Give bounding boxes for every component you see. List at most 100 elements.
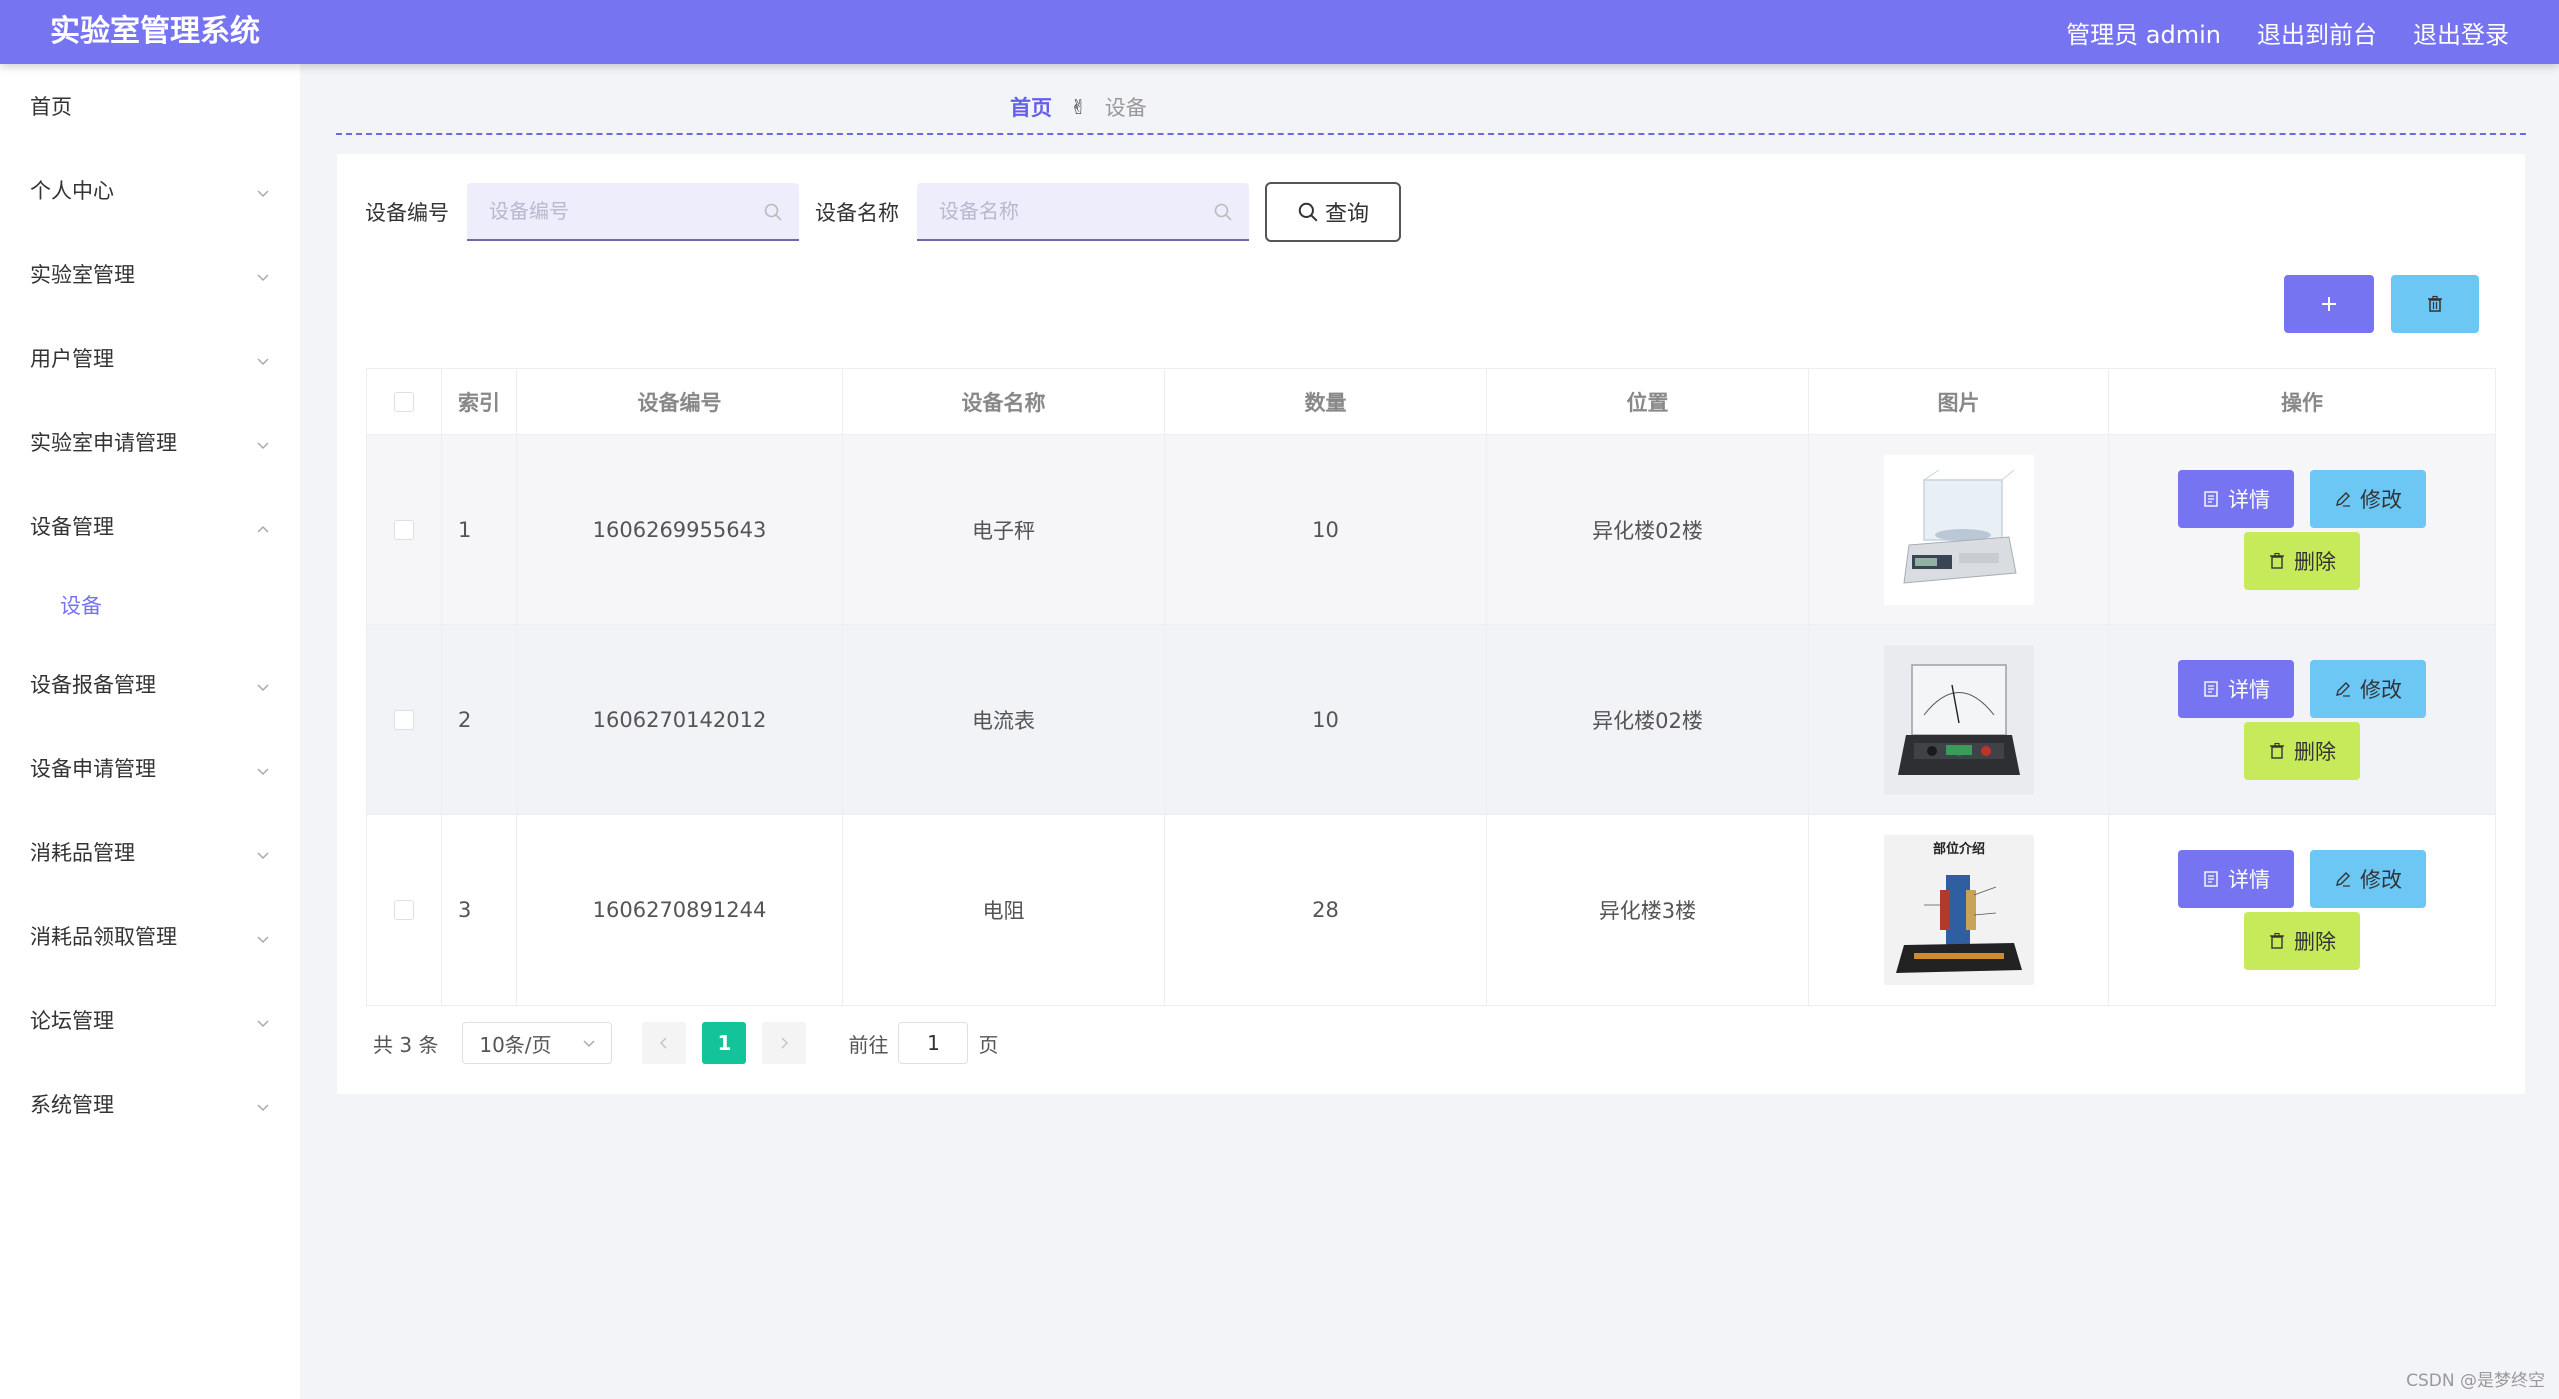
- row-location: 异化楼02楼: [1487, 435, 1809, 624]
- chevron-right-icon: [781, 1037, 789, 1049]
- content-panel: 设备编号 设备名称 查询 索引 设备编号 设备名称 数量 位置 图片 操作: [337, 154, 2525, 1094]
- chevron-down-icon: [256, 433, 269, 450]
- select-all-checkbox[interactable]: [394, 391, 414, 412]
- prev-page-button[interactable]: [642, 1022, 687, 1064]
- sidebar-item-personal-center[interactable]: 个人中心: [0, 148, 300, 232]
- header-checkbox-cell: [367, 369, 442, 434]
- sidebar-item-consumables[interactable]: 消耗品管理: [0, 810, 300, 894]
- row-checkbox-cell: [367, 625, 442, 814]
- logout-link[interactable]: 退出登录: [2413, 15, 2509, 50]
- chevron-down-icon: [583, 1040, 595, 1048]
- header-index: 索引: [442, 369, 517, 434]
- chevron-down-icon: [256, 349, 269, 366]
- sidebar-item-system[interactable]: 系统管理: [0, 1062, 300, 1146]
- row-actions: 详情 修改 删除: [2109, 625, 2495, 814]
- detail-label: 详情: [2228, 868, 2270, 892]
- table-row: 2 1606270142012 电流表 10 异化楼02楼 详情 修改 删除: [367, 625, 2495, 815]
- name-search-input[interactable]: [917, 183, 1249, 239]
- next-page-button[interactable]: [762, 1022, 807, 1064]
- goto-page: 前往 页: [848, 1022, 998, 1064]
- trash-icon: [2270, 932, 2284, 949]
- delete-button[interactable]: 删除: [2244, 721, 2360, 780]
- table-row: 3 1606270891244 电阻 28 异化楼3楼 部位介绍 详情 修改 删…: [367, 815, 2495, 1005]
- resistor-image[interactable]: 部位介绍: [1883, 835, 2034, 985]
- sidebar-item-label: 系统管理: [30, 1093, 114, 1117]
- sidebar-item-home[interactable]: 首页: [0, 64, 300, 148]
- row-name: 电流表: [843, 625, 1165, 814]
- table-row: 1 1606269955643 电子秤 10 异化楼02楼 详情 修改 删除: [367, 435, 2495, 625]
- sidebar-item-label: 论坛管理: [30, 1009, 114, 1033]
- electronic-scale-image[interactable]: [1883, 454, 2034, 605]
- batch-delete-button[interactable]: [2391, 275, 2479, 333]
- sidebar-item-lab-management[interactable]: 实验室管理: [0, 232, 300, 316]
- query-label: 查询: [1324, 202, 1369, 227]
- chevron-down-icon: [256, 1095, 269, 1112]
- sidebar-item-device-application[interactable]: 设备申请管理: [0, 726, 300, 810]
- total-count: 共 3 条: [373, 1032, 439, 1057]
- edit-button[interactable]: 修改: [2310, 469, 2426, 528]
- detail-button[interactable]: 详情: [2178, 659, 2294, 718]
- row-checkbox[interactable]: [394, 519, 414, 540]
- code-search-input[interactable]: [467, 183, 799, 239]
- sidebar-item-device-management[interactable]: 设备管理: [0, 484, 300, 568]
- chevron-up-icon: [256, 517, 269, 533]
- breadcrumb-home[interactable]: 首页: [1010, 92, 1052, 122]
- row-code: 1606270891244: [517, 815, 843, 1005]
- edit-icon: [2336, 872, 2350, 887]
- search-icon: [1214, 203, 1232, 221]
- page-number-current[interactable]: 1: [702, 1022, 747, 1064]
- row-checkbox[interactable]: [394, 900, 414, 920]
- name-label: 设备名称: [815, 201, 899, 225]
- add-button[interactable]: [2284, 275, 2374, 333]
- page-size-select[interactable]: 10条/页: [462, 1022, 613, 1064]
- edit-icon: [2336, 491, 2350, 507]
- document-icon: [2204, 680, 2218, 697]
- chevron-down-icon: [256, 927, 269, 944]
- code-label: 设备编号: [365, 201, 449, 225]
- sidebar-subitem-device[interactable]: 设备: [0, 568, 300, 642]
- goto-prefix: 前往: [848, 1032, 889, 1057]
- row-checkbox[interactable]: [394, 709, 414, 730]
- ammeter-image[interactable]: [1883, 644, 2034, 795]
- sidebar-item-lab-application[interactable]: 实验室申请管理: [0, 400, 300, 484]
- sidebar-item-device-report[interactable]: 设备报备管理: [0, 642, 300, 726]
- sidebar-item-label: 个人中心: [30, 179, 114, 203]
- row-code: 1606270142012: [517, 625, 843, 814]
- detail-label: 详情: [2228, 487, 2270, 512]
- chevron-down-icon: [256, 181, 269, 198]
- delete-label: 删除: [2294, 930, 2336, 954]
- goto-page-input[interactable]: [898, 1022, 969, 1064]
- detail-button[interactable]: 详情: [2178, 850, 2294, 908]
- sidebar-item-user-management[interactable]: 用户管理: [0, 316, 300, 400]
- detail-button[interactable]: 详情: [2178, 469, 2294, 528]
- delete-button[interactable]: 删除: [2244, 531, 2360, 590]
- goto-suffix: 页: [978, 1032, 999, 1057]
- row-actions: 详情 修改 删除: [2109, 815, 2495, 1005]
- edit-button[interactable]: 修改: [2310, 850, 2426, 908]
- app-title: 实验室管理系统: [50, 14, 260, 49]
- row-image-cell: [1809, 435, 2109, 624]
- delete-button[interactable]: 删除: [2244, 912, 2360, 970]
- delete-label: 删除: [2294, 739, 2336, 764]
- to-frontend-link[interactable]: 退出到前台: [2257, 15, 2377, 50]
- row-location: 异化楼02楼: [1487, 625, 1809, 814]
- sidebar-item-label: 实验室申请管理: [30, 431, 177, 455]
- row-actions: 详情 修改 删除: [2109, 435, 2495, 624]
- row-code: 1606269955643: [517, 435, 843, 624]
- sidebar-item-label: 设备: [60, 594, 102, 618]
- sidebar-item-consumable-claims[interactable]: 消耗品领取管理: [0, 894, 300, 978]
- row-name: 电子秤: [843, 435, 1165, 624]
- edit-button[interactable]: 修改: [2310, 659, 2426, 718]
- sidebar-item-label: 设备管理: [30, 515, 114, 539]
- sidebar-item-forum[interactable]: 论坛管理: [0, 978, 300, 1062]
- query-button[interactable]: 查询: [1265, 182, 1401, 242]
- user-label[interactable]: 管理员 admin: [2066, 15, 2221, 50]
- row-quantity: 10: [1165, 625, 1487, 814]
- edit-label: 修改: [2360, 487, 2402, 512]
- row-checkbox-cell: [367, 815, 442, 1005]
- table-header-row: 索引 设备编号 设备名称 数量 位置 图片 操作: [367, 369, 2495, 435]
- sidebar-item-label: 用户管理: [30, 347, 114, 371]
- row-name: 电阻: [843, 815, 1165, 1005]
- breadcrumb-separator-icon: ✌: [1070, 95, 1087, 119]
- trash-icon: [2270, 742, 2284, 759]
